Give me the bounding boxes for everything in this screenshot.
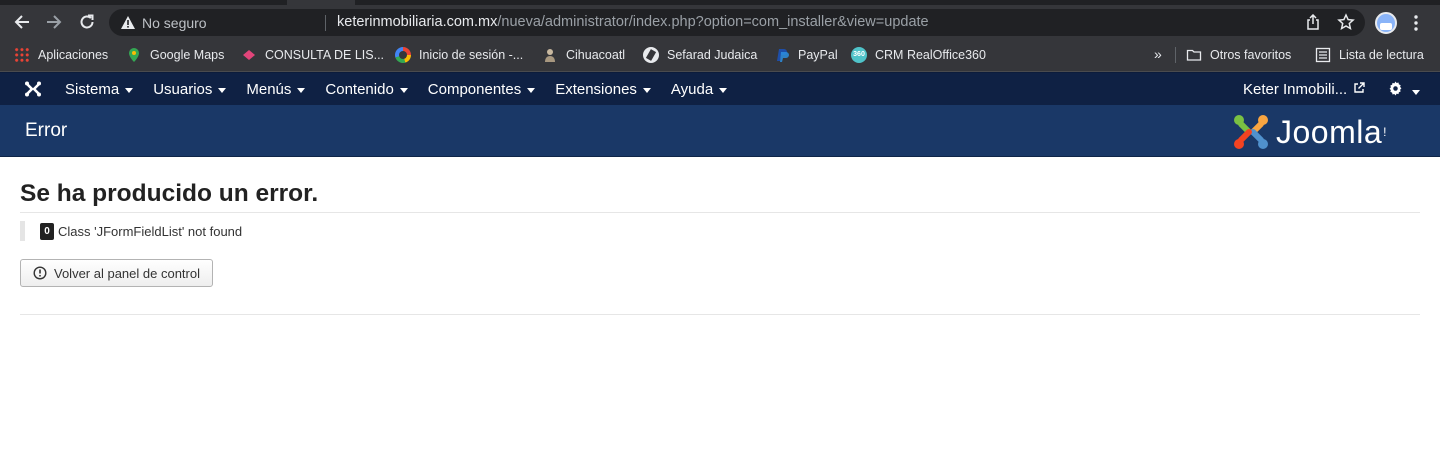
crm-icon: 360 [851, 47, 867, 63]
menu-contenido[interactable]: Contenido [315, 73, 417, 106]
url-host: keterinmobiliaria.com.mx [337, 14, 498, 30]
divider [20, 314, 1420, 315]
url-path: /nueva/administrator/index.php?option=co… [497, 14, 929, 30]
caret-down-icon [125, 88, 134, 93]
folder-icon [1186, 47, 1202, 63]
back-arrow-icon[interactable] [11, 11, 33, 33]
address-separator [325, 15, 326, 31]
bookmark-label: Inicio de sesión -... [419, 48, 524, 62]
profile-avatar[interactable] [1375, 12, 1397, 34]
menu-label: Ayuda [670, 81, 714, 98]
caret-down-icon [719, 88, 728, 93]
url-text[interactable]: keterinmobiliaria.com.mx/nueva/administr… [337, 14, 929, 30]
menu-label: Extensiones [555, 81, 637, 98]
share-icon[interactable] [1305, 13, 1321, 36]
menu-label: Componentes [427, 81, 522, 98]
gear-icon [1388, 81, 1403, 101]
menu-ayuda[interactable]: Ayuda [661, 73, 737, 106]
reading-list-label: Lista de lectura [1339, 48, 1424, 62]
caret-down-icon [527, 88, 536, 93]
menu-label: Sistema [65, 81, 120, 98]
site-link[interactable]: Keter Inmobili... [1243, 73, 1365, 106]
other-favorites[interactable]: Otros favoritos [1186, 46, 1291, 64]
bookmark-label: CRM RealOffice360 [875, 48, 986, 62]
error-message: Class 'JFormFieldList' not found [58, 223, 243, 239]
error-message-row: 0 Class 'JFormFieldList' not found [20, 221, 242, 241]
external-link-icon [1347, 81, 1365, 98]
menu-label: Usuarios [153, 81, 213, 98]
page-title: Error [25, 120, 68, 141]
bookmark-label: Sefarad Judaica [667, 48, 758, 62]
bookmark-crm[interactable]: 360 CRM RealOffice360 [851, 46, 986, 64]
google-maps-icon [126, 47, 142, 63]
bookmark-label: PayPal [798, 48, 838, 62]
bookmark-google-maps[interactable]: Google Maps [126, 46, 224, 64]
joomla-logo-icon [1234, 115, 1268, 149]
other-favorites-label: Otros favoritos [1210, 48, 1292, 62]
bookmark-inicio-sesion[interactable]: Inicio de sesión -... [395, 46, 523, 64]
menu-label: Contenido [325, 81, 394, 98]
caret-down-icon [297, 88, 306, 93]
menu-usuarios[interactable]: Usuarios [143, 73, 236, 106]
joomla-wordmark: Joomla! [1276, 116, 1387, 148]
bookmark-consulta[interactable]: CONSULTA DE LIS... [241, 46, 384, 64]
bookmark-star-icon[interactable] [1337, 13, 1355, 36]
apps-grid-icon [14, 47, 30, 63]
menu-menus[interactable]: Menús [236, 73, 315, 106]
reload-icon[interactable] [76, 11, 98, 33]
menu-extensiones[interactable]: Extensiones [545, 73, 661, 106]
bookmark-label: Aplicaciones [38, 48, 109, 62]
brand-mark: ! [1383, 125, 1387, 139]
joomla-menu-icon[interactable] [24, 80, 42, 103]
caret-down-icon [399, 88, 408, 93]
caret-down-icon [642, 88, 651, 93]
menu-label: Menús [246, 81, 292, 98]
address-bar[interactable]: No seguro keterinmobiliaria.com.mx/nueva… [109, 9, 1365, 36]
admin-navbar: Sistema Usuarios Menús Contenido Compone… [0, 72, 1440, 105]
page-header: Error Joomla! [0, 105, 1440, 157]
reading-list[interactable]: Lista de lectura [1315, 46, 1424, 64]
forward-arrow-icon[interactable] [43, 11, 65, 33]
reading-list-icon [1315, 47, 1331, 63]
google-icon [395, 47, 411, 63]
browser-menu-icon[interactable] [1413, 14, 1419, 37]
settings-menu[interactable] [1388, 81, 1420, 101]
back-button-label: Volver al panel de control [54, 265, 200, 281]
admin-menu: Sistema Usuarios Menús Contenido Compone… [55, 73, 737, 106]
diamond-icon [241, 47, 257, 63]
back-to-dashboard-button[interactable]: Volver al panel de control [20, 259, 213, 287]
bookmark-sefarad[interactable]: Sefarad Judaica [643, 46, 757, 64]
not-secure-label[interactable]: No seguro [142, 15, 207, 31]
bookmarks-bar: Aplicaciones Google Maps CONSULTA DE LIS… [0, 38, 1440, 72]
globe-icon [643, 47, 659, 63]
bookmark-label: CONSULTA DE LIS... [265, 48, 385, 62]
error-heading: Se ha producido un error. [20, 180, 319, 207]
menu-sistema[interactable]: Sistema [55, 73, 143, 106]
bookmarks-separator [1175, 47, 1176, 63]
divider [20, 212, 1420, 213]
joomla-logo: Joomla! [1232, 113, 1387, 151]
caret-down-icon [218, 88, 227, 93]
site-link-label: Keter Inmobili... [1243, 81, 1348, 98]
error-code-badge: 0 [40, 222, 54, 240]
menu-componentes[interactable]: Componentes [418, 73, 545, 106]
browser-toolbar: No seguro keterinmobiliaria.com.mx/nueva… [0, 5, 1440, 38]
caret-down-icon [1412, 89, 1420, 95]
bookmark-label: Google Maps [150, 48, 225, 62]
brand-name: Joomla [1276, 114, 1383, 150]
bookmark-label: Cihuacoatl [566, 48, 626, 62]
dashboard-icon [33, 266, 47, 280]
paypal-icon [774, 47, 790, 63]
warning-triangle-icon[interactable] [120, 15, 136, 35]
bookmark-cihuacoatl[interactable]: Cihuacoatl [542, 46, 625, 64]
bookmark-apps[interactable]: Aplicaciones [14, 46, 108, 64]
person-icon [542, 47, 558, 63]
bookmark-paypal[interactable]: PayPal [774, 46, 838, 64]
more-bookmarks-button[interactable]: » [1154, 46, 1162, 62]
